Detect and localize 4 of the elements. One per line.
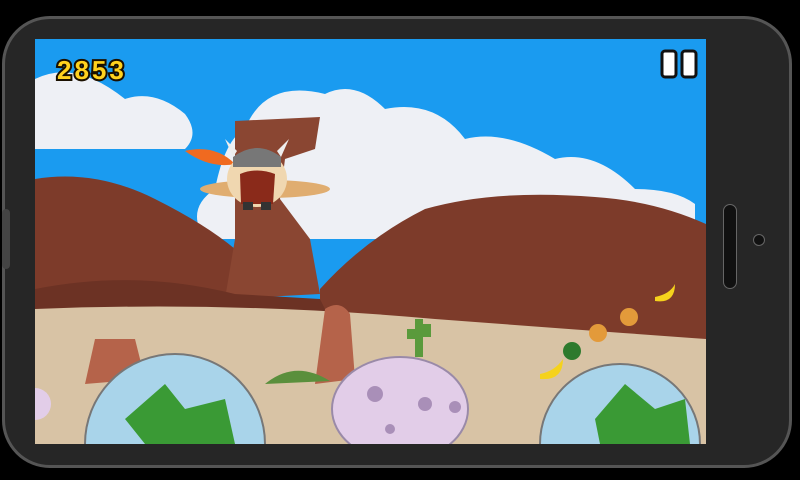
camera-lens <box>753 234 765 246</box>
score: 2853 <box>57 57 127 83</box>
pause-button[interactable] <box>660 49 698 79</box>
pause-icon <box>660 49 698 79</box>
